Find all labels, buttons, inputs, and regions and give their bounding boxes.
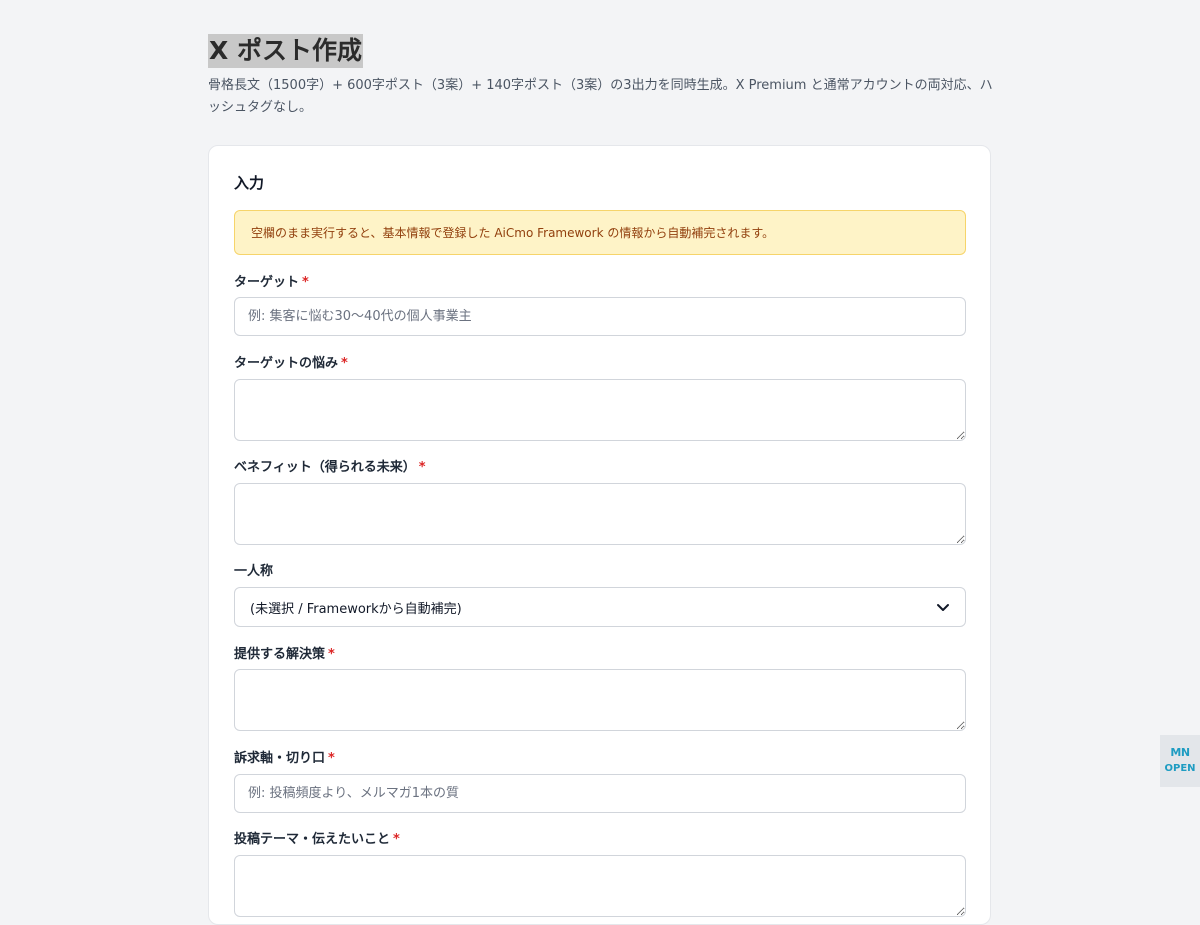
benefit-label: ベネフィット（得られる未来） * [234, 459, 426, 477]
widget-open-label: OPEN [1164, 762, 1196, 774]
autofill-notice: 空欄のまま実行すると、基本情報で登録した AiCmo Framework の情報… [234, 210, 966, 255]
page-title: X ポスト作成 [208, 34, 363, 68]
widget-logo-icon: MN [1170, 745, 1190, 759]
section-title: 入力 [234, 174, 265, 192]
pain-textarea[interactable] [234, 379, 966, 441]
required-mark: * [328, 751, 335, 766]
theme-label: 投稿テーマ・伝えたいこと * [234, 831, 400, 849]
first-person-select[interactable]: (未選択 / Frameworkから自動補完) [234, 587, 966, 627]
required-mark: * [393, 832, 400, 847]
angle-label-text: 訴求軸・切り口 [234, 751, 326, 766]
benefit-textarea[interactable] [234, 483, 966, 545]
pain-label: ターゲットの悩み * [234, 355, 348, 373]
required-mark: * [302, 275, 309, 290]
benefit-label-text: ベネフィット（得られる未来） [234, 460, 416, 475]
first-person-label: 一人称 [234, 563, 273, 581]
solution-textarea[interactable] [234, 669, 966, 731]
solution-label-text: 提供する解決策 [234, 647, 326, 662]
angle-label: 訴求軸・切り口 * [234, 750, 335, 768]
required-mark: * [341, 356, 348, 371]
solution-label: 提供する解決策 * [234, 646, 335, 664]
input-card: 入力 空欄のまま実行すると、基本情報で登録した AiCmo Framework … [208, 145, 991, 925]
first-person-selected-value: (未選択 / Frameworkから自動補完) [250, 601, 462, 617]
side-open-widget[interactable]: MN OPEN [1160, 735, 1200, 787]
page-description: 骨格長文（1500字）+ 600字ポスト（3案）+ 140字ポスト（3案）の3出… [208, 78, 993, 115]
required-mark: * [328, 647, 335, 662]
theme-label-text: 投稿テーマ・伝えたいこと [234, 832, 391, 847]
required-mark: * [418, 460, 426, 475]
chevron-down-icon [937, 604, 949, 611]
angle-input[interactable] [234, 774, 966, 813]
pain-label-text: ターゲットの悩み [234, 356, 339, 371]
target-input[interactable] [234, 297, 966, 336]
theme-textarea[interactable] [234, 855, 966, 917]
first-person-label-text: 一人称 [234, 564, 274, 579]
target-label: ターゲット * [234, 274, 309, 292]
target-label-text: ターゲット [234, 275, 300, 290]
